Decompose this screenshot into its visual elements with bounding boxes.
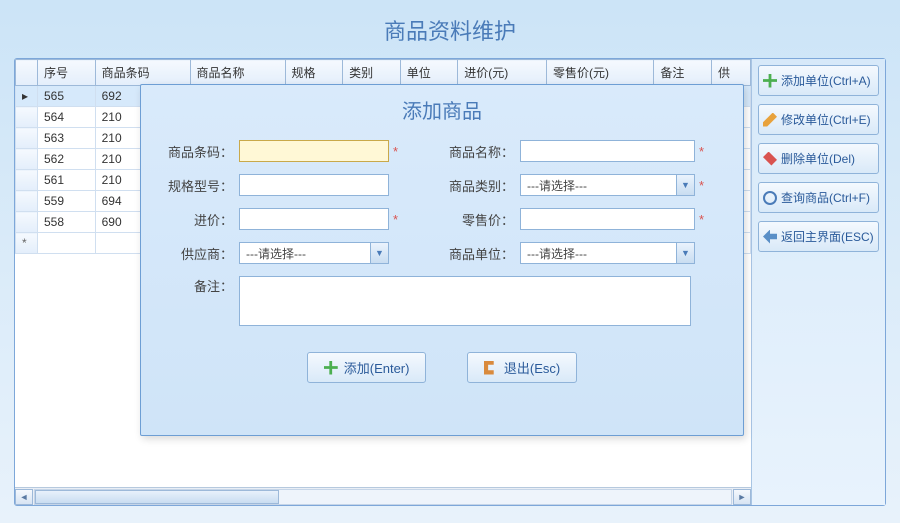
select-value: ---请选择--- [527,177,587,194]
chevron-down-icon: ▼ [370,243,388,263]
col-seq[interactable]: 序号 [38,60,96,86]
dialog-title: 添加商品 [141,85,743,132]
col-spec[interactable]: 规格 [285,60,343,86]
label-price: 零售价： [442,210,520,229]
cell-seq[interactable]: 562 [38,149,96,170]
label-remark: 备注： [161,276,239,295]
required-mark: * [393,144,398,159]
btn-label: 删除单位(Del) [781,150,855,167]
search-icon [763,191,777,205]
exit-icon [484,361,498,375]
price-input[interactable] [520,208,695,230]
dialog-add-button[interactable]: 添加(Enter) [307,352,427,383]
select-value: ---请选择--- [527,245,587,262]
label-supplier: 供应商： [161,244,239,263]
unit-select[interactable]: ---请选择--- ▼ [520,242,695,264]
label-name: 商品名称： [442,142,520,161]
cost-input[interactable] [239,208,389,230]
col-price[interactable]: 零售价(元) [546,60,653,86]
label-barcode: 商品条码： [161,142,239,161]
chevron-down-icon: ▼ [676,175,694,195]
label-spec: 规格型号： [161,176,239,195]
col-name[interactable]: 商品名称 [190,60,285,86]
edit-icon [763,113,777,127]
supplier-select[interactable]: ---请选择--- ▼ [239,242,389,264]
btn-label: 修改单位(Ctrl+E) [781,111,871,128]
cell-seq[interactable]: 565 [38,86,96,107]
back-icon [763,230,777,244]
scroll-thumb[interactable] [35,490,279,504]
category-select[interactable]: ---请选择--- ▼ [520,174,695,196]
edit-unit-button[interactable]: 修改单位(Ctrl+E) [758,104,879,135]
col-unit[interactable]: 单位 [400,60,458,86]
btn-label: 退出(Esc) [504,358,560,377]
remark-textarea[interactable] [239,276,691,326]
btn-label: 返回主界面(ESC) [781,228,874,245]
side-panel: 添加单位(Ctrl+A) 修改单位(Ctrl+E) 删除单位(Del) 查询商品… [751,59,885,505]
new-row-marker: * [16,233,38,254]
cell-seq[interactable]: 559 [38,191,96,212]
required-mark: * [393,212,398,227]
cell-seq[interactable]: 563 [38,128,96,149]
back-main-button[interactable]: 返回主界面(ESC) [758,221,879,252]
col-cost[interactable]: 进价(元) [458,60,547,86]
delete-icon [763,152,777,166]
search-product-button[interactable]: 查询商品(Ctrl+F) [758,182,879,213]
add-icon [324,361,338,375]
add-icon [763,74,777,88]
delete-unit-button[interactable]: 删除单位(Del) [758,143,879,174]
add-product-dialog: 添加商品 商品条码： * 商品名称： * 规格型号： 商品类别： ---请选择-… [140,84,744,436]
scroll-track[interactable] [34,489,732,505]
col-supplier[interactable]: 供 [711,60,750,86]
cell-seq[interactable]: 564 [38,107,96,128]
page-title: 商品资料维护 [0,0,900,58]
label-category: 商品类别： [442,176,520,195]
btn-label: 添加(Enter) [344,358,410,377]
cell-seq[interactable]: 558 [38,212,96,233]
cell-seq[interactable]: 561 [38,170,96,191]
barcode-input[interactable] [239,140,389,162]
select-value: ---请选择--- [246,245,306,262]
scroll-left-icon[interactable]: ◄ [15,489,33,505]
horizontal-scrollbar[interactable]: ◄ ► [15,487,751,505]
grid-corner [16,60,38,86]
label-unit: 商品单位： [442,244,520,263]
add-unit-button[interactable]: 添加单位(Ctrl+A) [758,65,879,96]
label-cost: 进价： [161,210,239,229]
required-mark: * [699,212,704,227]
col-remark[interactable]: 备注 [654,60,712,86]
col-category[interactable]: 类别 [343,60,401,86]
name-input[interactable] [520,140,695,162]
required-mark: * [699,144,704,159]
spec-input[interactable] [239,174,389,196]
row-marker: ▸ [16,86,38,107]
required-mark: * [699,178,704,193]
btn-label: 添加单位(Ctrl+A) [781,72,871,89]
scroll-right-icon[interactable]: ► [733,489,751,505]
dialog-exit-button[interactable]: 退出(Esc) [467,352,577,383]
btn-label: 查询商品(Ctrl+F) [781,189,870,206]
col-barcode[interactable]: 商品条码 [95,60,190,86]
chevron-down-icon: ▼ [676,243,694,263]
